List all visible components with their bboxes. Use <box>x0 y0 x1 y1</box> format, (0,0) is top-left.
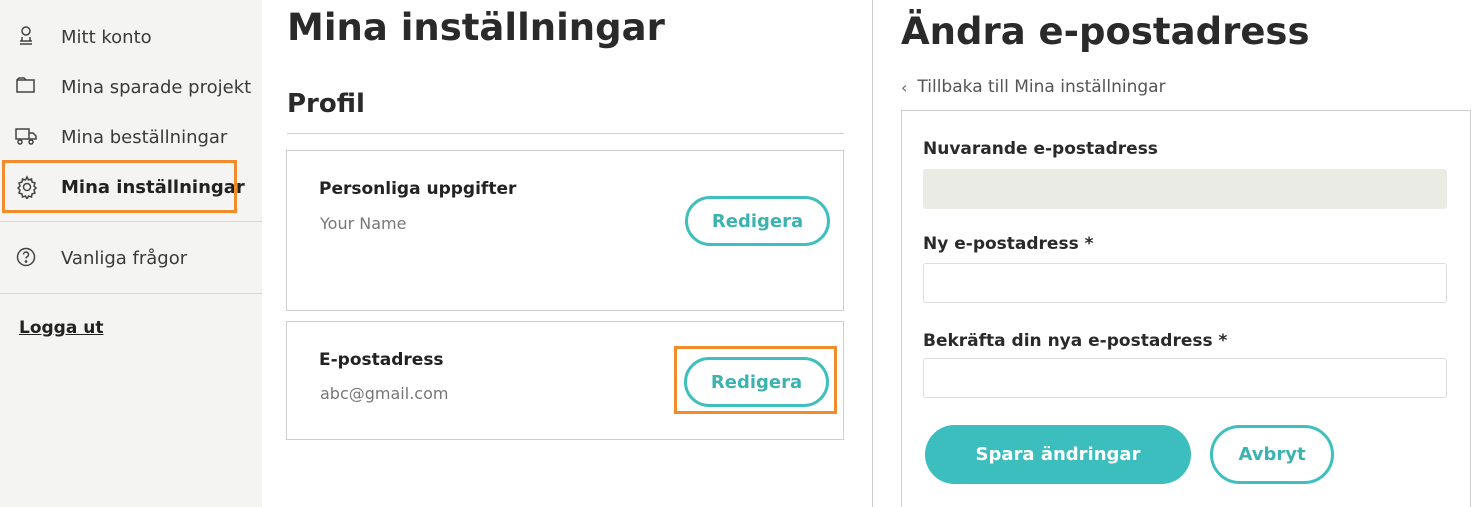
new-email-label: Ny e-postadress * <box>923 234 1094 254</box>
sidebar: Mitt konto Mina sparade projekt Mina bes… <box>0 0 262 507</box>
back-link[interactable]: ‹ Tillbaka till Mina inställningar <box>901 77 1166 97</box>
current-email-label: Nuvarande e-postadress <box>923 139 1158 159</box>
card-value: abc@gmail.com <box>320 384 449 403</box>
sidebar-item-account[interactable]: Mitt konto <box>0 17 262 57</box>
new-email-input[interactable] <box>923 263 1447 303</box>
highlight-edit-email <box>674 346 837 414</box>
card-title: Personliga uppgifter <box>319 179 517 199</box>
sidebar-item-label: Vanliga frågor <box>61 247 188 269</box>
truck-icon <box>15 125 37 147</box>
page-title: Ändra e-postadress <box>901 10 1310 53</box>
card-value: Your Name <box>320 214 407 233</box>
highlight-settings <box>2 160 237 213</box>
email-form: Nuvarande e-postadress Ny e-postadress *… <box>901 110 1471 507</box>
main-content: Mina inställningar Profil Personliga upp… <box>262 0 872 507</box>
cancel-button[interactable]: Avbryt <box>1210 425 1334 484</box>
folder-icon <box>15 75 37 97</box>
question-icon <box>15 246 37 268</box>
save-changes-button[interactable]: Spara ändringar <box>925 425 1191 484</box>
current-email-field <box>923 169 1447 209</box>
change-email-panel: Ändra e-postadress ‹ Tillbaka till Mina … <box>873 0 1474 507</box>
sidebar-item-faq[interactable]: Vanliga frågor <box>0 238 262 278</box>
sidebar-item-label: Mitt konto <box>61 26 152 48</box>
page-title: Mina inställningar <box>287 6 665 49</box>
settings-panel: Mitt konto Mina sparade projekt Mina bes… <box>0 0 872 507</box>
divider <box>0 293 262 294</box>
edit-personal-info-button[interactable]: Redigera <box>685 196 830 246</box>
account-icon <box>15 25 37 47</box>
sidebar-item-label: Mina sparade projekt <box>61 76 252 98</box>
card-title: E-postadress <box>319 350 444 370</box>
chevron-left-icon: ‹ <box>901 77 908 97</box>
section-title: Profil <box>287 89 365 119</box>
section-divider <box>287 133 844 134</box>
sidebar-item-label: Mina beställningar <box>61 126 228 148</box>
logout-link[interactable]: Logga ut <box>19 318 103 338</box>
confirm-email-input[interactable] <box>923 358 1447 398</box>
divider <box>0 221 262 222</box>
sidebar-item-saved-projects[interactable]: Mina sparade projekt <box>0 67 262 107</box>
back-link-label: Tillbaka till Mina inställningar <box>917 77 1166 97</box>
personal-info-card: Personliga uppgifter Your Name Redigera <box>286 150 844 311</box>
confirm-email-label: Bekräfta din nya e-postadress * <box>923 331 1228 351</box>
sidebar-item-orders[interactable]: Mina beställningar <box>0 117 262 157</box>
